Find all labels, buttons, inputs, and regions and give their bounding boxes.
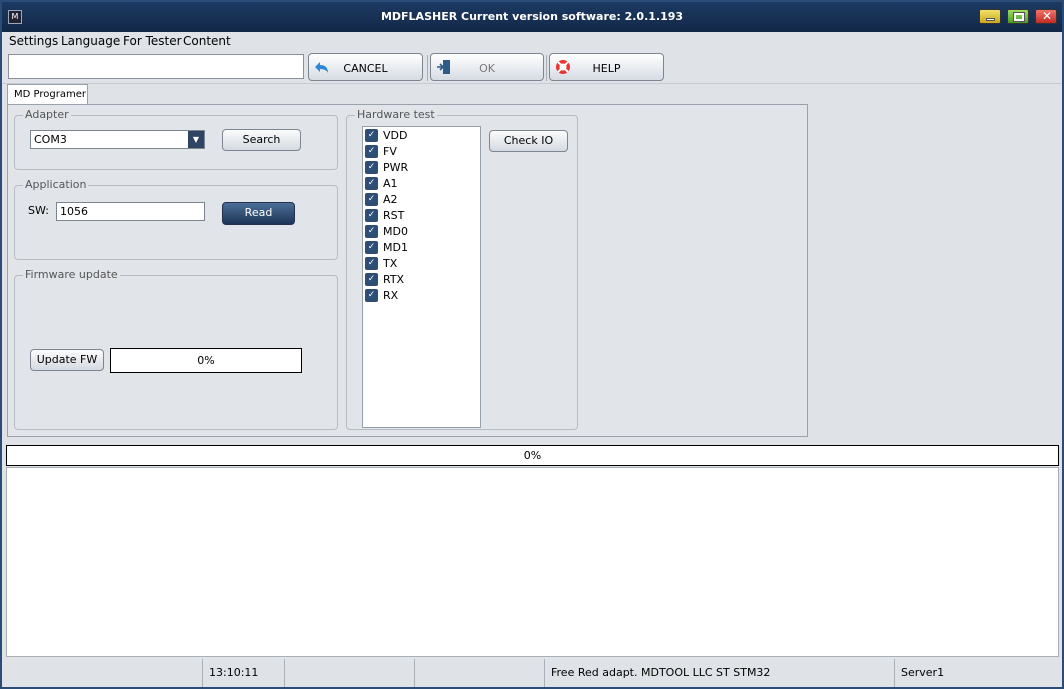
update-fw-button[interactable]: Update FW <box>30 349 104 371</box>
io-item-label: A1 <box>383 177 398 190</box>
application-group-label: Application <box>23 178 89 191</box>
help-button[interactable]: HELP <box>549 53 664 81</box>
firmware-group-label: Firmware update <box>23 268 120 281</box>
read-button[interactable]: Read <box>222 202 295 225</box>
ok-label: OK <box>479 62 495 75</box>
checkbox-checked-icon[interactable]: ✓ <box>365 241 378 254</box>
status-adapter-info: Free Red adapt. MDTOOL LLC ST STM32 <box>544 659 894 687</box>
check-io-button[interactable]: Check IO <box>489 130 568 152</box>
close-icon: ✕ <box>1042 9 1053 23</box>
toolbar-separator <box>546 55 547 81</box>
io-checklist: ✓ VDD ✓ FV ✓ PWR ✓ A1 ✓ A2 ✓ RST ✓ MD0 ✓ MD1 ✓ TX ✓ RTX ✓ RX <box>362 126 481 428</box>
io-item-label: VDD <box>383 129 408 142</box>
toolbar-separator <box>427 55 428 81</box>
adapter-group-label: Adapter <box>23 108 71 121</box>
checkbox-checked-icon[interactable]: ✓ <box>365 145 378 158</box>
log-area[interactable] <box>6 467 1059 657</box>
io-item-label: PWR <box>383 161 409 174</box>
firmware-progress-bar: 0% <box>110 348 302 373</box>
cancel-button[interactable]: CANCEL <box>308 53 423 81</box>
window-title: MDFLASHER Current version software: 2.0.… <box>380 10 684 23</box>
checkbox-checked-icon[interactable]: ✓ <box>365 225 378 238</box>
io-item-label: MD1 <box>383 241 408 254</box>
menu-for-tester[interactable]: For Tester <box>123 34 182 48</box>
menu-settings[interactable]: Settings <box>9 34 58 48</box>
io-item-label: FV <box>383 145 397 158</box>
main-progress-bar: 0% <box>6 445 1059 466</box>
menu-language[interactable]: Language <box>61 34 120 48</box>
status-bar: 13:10:11 Free Red adapt. MDTOOL LLC ST S… <box>2 659 1062 687</box>
checkbox-checked-icon[interactable]: ✓ <box>365 289 378 302</box>
application-group: Application SW: 1056 Read <box>14 178 338 260</box>
io-item-label: RST <box>383 209 405 222</box>
menu-content[interactable]: Content <box>183 34 231 48</box>
status-cell-empty <box>414 659 544 687</box>
checkbox-checked-icon[interactable]: ✓ <box>365 177 378 190</box>
adapter-port-value: COM3 <box>34 133 67 146</box>
adapter-port-select[interactable]: COM3 ▼ <box>30 130 205 149</box>
maximize-icon <box>1013 12 1025 22</box>
hardware-group-label: Hardware test <box>355 108 437 121</box>
maximize-button[interactable] <box>1007 9 1029 24</box>
cancel-label: CANCEL <box>343 62 388 75</box>
top-text-input[interactable] <box>8 54 304 79</box>
minimize-button[interactable] <box>979 9 1001 24</box>
sw-input[interactable]: 1056 <box>56 202 205 221</box>
chevron-down-icon[interactable]: ▼ <box>188 131 204 148</box>
checkbox-checked-icon[interactable]: ✓ <box>365 273 378 286</box>
menu-bar: Settings Language For Tester Content <box>2 32 1062 52</box>
adapter-group: Adapter COM3 ▼ Search <box>14 108 338 170</box>
status-cell-empty <box>284 659 414 687</box>
toolbar: CANCEL OK HELP <box>2 52 1062 84</box>
checkbox-checked-icon[interactable]: ✓ <box>365 129 378 142</box>
io-item-label: MD0 <box>383 225 408 238</box>
checkbox-checked-icon[interactable]: ✓ <box>365 193 378 206</box>
help-label: HELP <box>592 62 621 75</box>
checkbox-checked-icon[interactable]: ✓ <box>365 161 378 174</box>
firmware-group: Firmware update Update FW 0% <box>14 268 338 430</box>
status-server: Server1 <box>894 659 1060 687</box>
app-window: M MDFLASHER Current version software: 2.… <box>0 0 1064 689</box>
tab-panel: Adapter COM3 ▼ Search Application SW: 10… <box>7 104 808 437</box>
sw-label: SW: <box>28 204 49 217</box>
minimize-icon <box>986 18 995 21</box>
close-button[interactable]: ✕ <box>1035 9 1057 24</box>
checkbox-checked-icon[interactable]: ✓ <box>365 209 378 222</box>
status-time: 13:10:11 <box>202 659 284 687</box>
io-item-label: RX <box>383 289 399 302</box>
io-item-label: RTX <box>383 273 405 286</box>
tab-md-programer[interactable]: MD Programer <box>7 84 88 105</box>
title-bar[interactable]: M MDFLASHER Current version software: 2.… <box>2 2 1062 32</box>
checkbox-checked-icon[interactable]: ✓ <box>365 257 378 270</box>
io-item-label: A2 <box>383 193 398 206</box>
search-button[interactable]: Search <box>222 129 301 151</box>
ok-button[interactable]: OK <box>430 53 544 81</box>
io-item-label: TX <box>383 257 398 270</box>
hardware-test-group: Hardware test ✓ VDD ✓ FV ✓ PWR ✓ A1 ✓ A2 ✓ RST ✓ MD0 ✓… <box>346 108 578 430</box>
